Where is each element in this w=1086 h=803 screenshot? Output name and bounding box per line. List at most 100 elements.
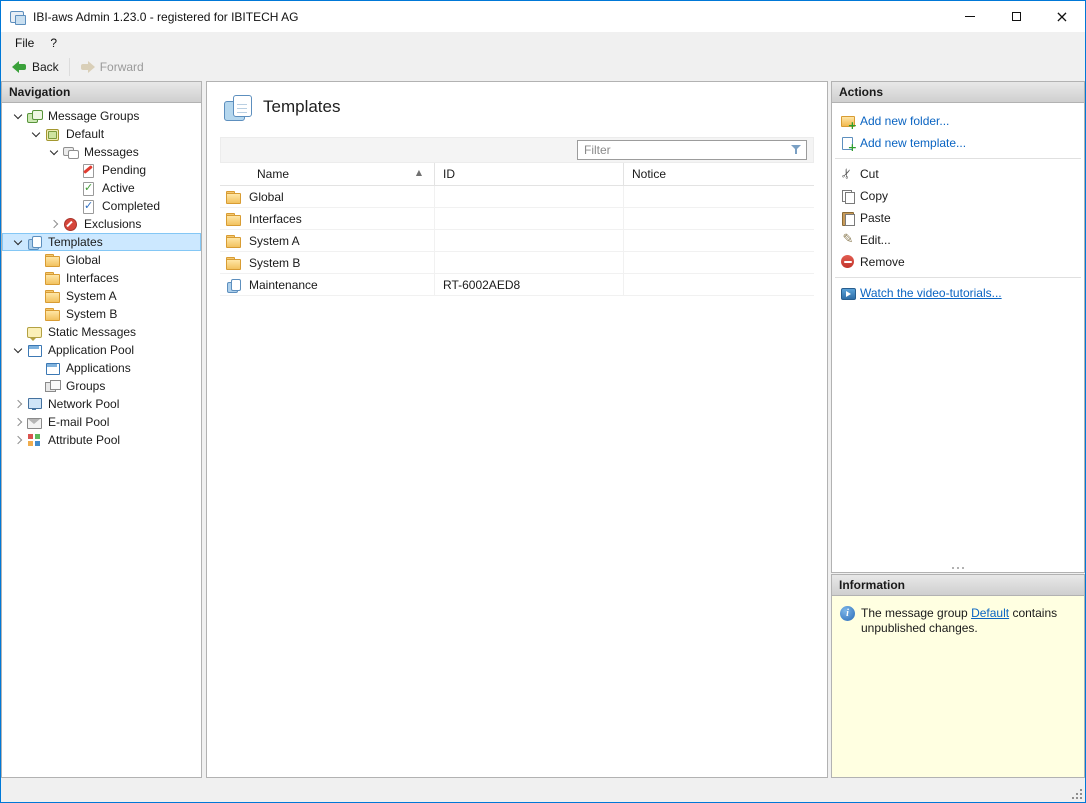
chevron-right-icon[interactable] <box>10 432 26 448</box>
templates-table-body: GlobalInterfacesSystem ASystem BMaintena… <box>220 186 814 296</box>
main-panel: Templates Name ▲ ID Notice GlobalInte <box>206 81 828 778</box>
tree-item-label: Applications <box>64 361 131 375</box>
chevron-spacer <box>28 252 44 268</box>
chevron-spacer <box>64 180 80 196</box>
menu-file[interactable]: File <box>7 34 42 52</box>
table-row-global[interactable]: Global <box>220 186 814 208</box>
tree-item-label: Messages <box>82 145 139 159</box>
filter-input[interactable] <box>578 141 806 159</box>
tree-item-label: Default <box>64 127 104 141</box>
tree-item-templates[interactable]: Templates <box>2 233 201 251</box>
actions-separator <box>835 277 1081 278</box>
filter-funnel-icon[interactable] <box>790 144 802 156</box>
tree-item-label: Global <box>64 253 101 267</box>
chevron-down-icon[interactable] <box>10 108 26 124</box>
close-button[interactable]: × <box>1039 1 1085 32</box>
chevron-right-icon[interactable] <box>10 396 26 412</box>
column-header-id[interactable]: ID <box>435 163 624 185</box>
tree-item-label: Interfaces <box>64 271 119 285</box>
minimize-button[interactable] <box>947 1 993 32</box>
splitter-grip-icon[interactable] <box>957 567 959 569</box>
column-header-notice[interactable]: Notice <box>624 163 814 185</box>
tree-item-label: Static Messages <box>46 325 136 339</box>
tree-item-message-groups[interactable]: Message Groups <box>2 107 201 125</box>
cell-name: Interfaces <box>246 208 435 229</box>
chevron-spacer <box>28 270 44 286</box>
tree-item-system-b[interactable]: System B <box>2 305 201 323</box>
information-body: The message group Default contains unpub… <box>832 596 1084 777</box>
tree-item-groups[interactable]: Groups <box>2 377 201 395</box>
cut-action[interactable]: ✂Cut <box>832 163 1084 185</box>
chevron-right-icon[interactable] <box>10 414 26 430</box>
chevron-down-icon[interactable] <box>28 126 44 142</box>
forward-button[interactable]: Forward <box>73 57 151 77</box>
add-new-template-action[interactable]: Add new template... <box>832 132 1084 154</box>
nav-tree: Message Groups Default Messages PendingActi… <box>2 103 201 449</box>
table-row-interfaces[interactable]: Interfaces <box>220 208 814 230</box>
cell-id <box>435 230 624 251</box>
tree-item-network-pool[interactable]: Network Pool <box>2 395 201 413</box>
paste-action[interactable]: Paste <box>832 207 1084 229</box>
chevron-right-icon[interactable] <box>46 216 62 232</box>
back-button[interactable]: Back <box>5 57 66 77</box>
resize-grip-icon[interactable] <box>1072 789 1082 799</box>
information-text: The message group Default contains unpub… <box>861 606 1076 636</box>
tree-indent <box>10 170 64 171</box>
tree-item-static-messages[interactable]: Static Messages <box>2 323 201 341</box>
tree-item-label: E-mail Pool <box>46 415 109 429</box>
action-label: Edit... <box>860 233 891 247</box>
toolbar-separator <box>69 58 70 76</box>
copy-action[interactable]: Copy <box>832 185 1084 207</box>
edit-action[interactable]: ✎ Edit... <box>832 229 1084 251</box>
message-group-icon <box>44 126 60 142</box>
tree-item-global[interactable]: Global <box>2 251 201 269</box>
tree-indent <box>10 206 64 207</box>
chevron-down-icon[interactable] <box>10 342 26 358</box>
tree-item-system-a[interactable]: System A <box>2 287 201 305</box>
folder-icon <box>225 189 241 205</box>
chevron-spacer <box>28 288 44 304</box>
close-icon: × <box>1055 9 1068 25</box>
add-template-icon <box>840 135 856 151</box>
table-row-system-a[interactable]: System A <box>220 230 814 252</box>
templates-icon <box>26 234 42 250</box>
tree-indent <box>10 188 64 189</box>
folder-icon <box>225 211 241 227</box>
tree-item-default[interactable]: Default <box>2 125 201 143</box>
tree-item-attribute-pool[interactable]: Attribute Pool <box>2 431 201 449</box>
table-header-row: Name ▲ ID Notice <box>220 163 814 186</box>
tree-item-pending[interactable]: Pending <box>2 161 201 179</box>
column-label-id: ID <box>443 167 455 181</box>
menu-help[interactable]: ? <box>42 34 65 52</box>
tree-item-active[interactable]: Active <box>2 179 201 197</box>
cell-icon <box>220 186 246 207</box>
tree-item-exclusions[interactable]: Exclusions <box>2 215 201 233</box>
tree-indent <box>10 296 28 297</box>
tree-item-messages[interactable]: Messages <box>2 143 201 161</box>
messages-icon <box>62 144 78 160</box>
tree-item-application-pool[interactable]: Application Pool <box>2 341 201 359</box>
action-label: Paste <box>860 211 891 225</box>
tree-item-completed[interactable]: Completed <box>2 197 201 215</box>
add-new-folder-action[interactable]: Add new folder... <box>832 110 1084 132</box>
chevron-spacer <box>64 162 80 178</box>
chevron-down-icon[interactable] <box>10 234 26 250</box>
maximize-button[interactable] <box>993 1 1039 32</box>
tree-item-label: Completed <box>100 199 160 213</box>
table-row-system-b[interactable]: System B <box>220 252 814 274</box>
table-row-maintenance[interactable]: MaintenanceRT-6002AED8 <box>220 274 814 296</box>
tree-item-applications[interactable]: Applications <box>2 359 201 377</box>
edit-icon: ✎ <box>840 232 856 248</box>
cell-icon <box>220 274 246 295</box>
default-message-group-link[interactable]: Default <box>971 606 1009 620</box>
column-header-name[interactable]: Name ▲ <box>220 163 435 185</box>
tree-item-interfaces[interactable]: Interfaces <box>2 269 201 287</box>
remove-action[interactable]: Remove <box>832 251 1084 273</box>
tree-item-e-mail-pool[interactable]: E-mail Pool <box>2 413 201 431</box>
cut-icon: ✂ <box>838 164 859 185</box>
tree-indent <box>10 314 28 315</box>
chevron-down-icon[interactable] <box>46 144 62 160</box>
tree-item-label: Exclusions <box>82 217 141 231</box>
watch-the-video-tutorials-action[interactable]: Watch the video-tutorials... <box>832 282 1084 304</box>
action-label: Remove <box>860 255 905 269</box>
